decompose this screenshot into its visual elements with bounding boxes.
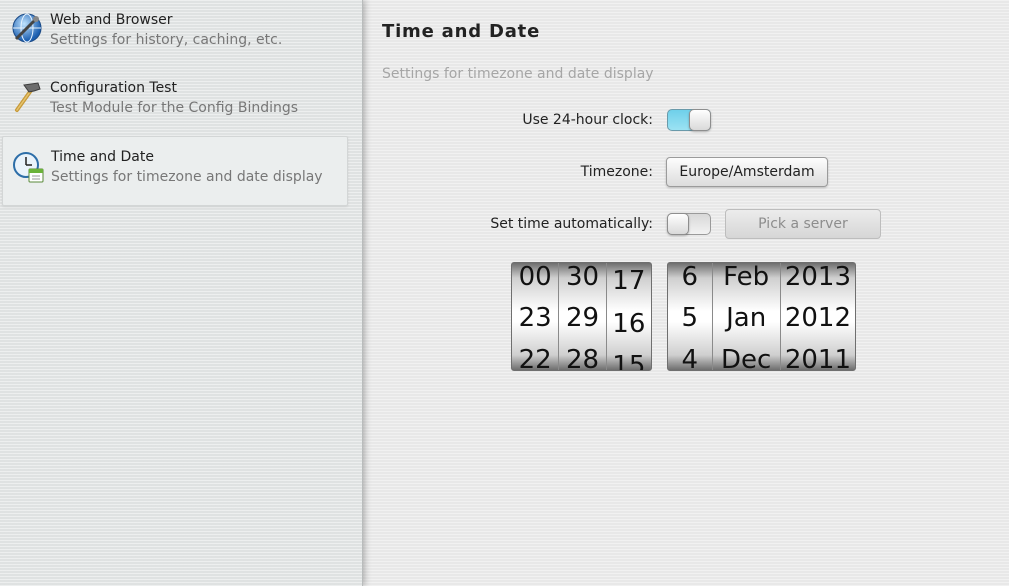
year-value: 2013: [784, 263, 851, 292]
month-value: Feb: [723, 263, 770, 292]
sidebar-item-title: Web and Browser: [50, 12, 173, 28]
date-picker[interactable]: 6 5 4 Feb Jan Dec 2013 2012 2011: [667, 262, 856, 371]
year-column[interactable]: 2013 2012 2011: [781, 263, 855, 370]
minute-value: 28: [565, 345, 600, 370]
timezone-button[interactable]: Europe/Amsterdam: [666, 157, 828, 187]
clock24-toggle[interactable]: [667, 109, 711, 131]
second-value: 15: [612, 351, 646, 370]
day-value: 4: [681, 345, 699, 370]
second-column[interactable]: 17 16 15: [607, 263, 651, 370]
hour-column[interactable]: 00 23 22: [512, 263, 560, 370]
sidebar-item-title: Configuration Test: [50, 80, 177, 96]
year-value-selected: 2012: [784, 303, 851, 333]
sidebar-item-description: Settings for history, caching, etc.: [50, 32, 283, 48]
settings-panel: Time and Date Settings for timezone and …: [363, 0, 1009, 586]
page-title: Time and Date: [382, 21, 541, 42]
year-value: 2011: [784, 345, 851, 370]
clock24-label: Use 24-hour clock:: [522, 112, 653, 128]
day-value: 6: [681, 263, 699, 292]
hour-value: 22: [518, 345, 552, 370]
sidebar-item-description: Test Module for the Config Bindings: [50, 100, 299, 116]
time-picker[interactable]: 00 23 22 30 29 28 17 16 15: [511, 262, 652, 371]
auto-time-toggle[interactable]: [667, 213, 711, 235]
sidebar: Web and Browser Settings for history, ca…: [0, 0, 363, 586]
month-column[interactable]: Feb Jan Dec: [713, 263, 781, 370]
hammer-icon: [15, 82, 41, 112]
sidebar-item-configuration-test[interactable]: Configuration Test Test Module for the C…: [2, 68, 348, 134]
sidebar-item-web-and-browser[interactable]: Web and Browser Settings for history, ca…: [2, 0, 348, 66]
second-value-selected: 16: [612, 309, 646, 339]
hour-value-selected: 23: [518, 303, 552, 333]
day-value-selected: 5: [681, 303, 699, 333]
minute-value-selected: 29: [565, 303, 600, 333]
clock-calendar-icon: [13, 152, 44, 183]
sidebar-item-title: Time and Date: [51, 149, 154, 165]
pick-server-button[interactable]: Pick a server: [725, 209, 881, 239]
minute-value: 30: [565, 263, 600, 292]
toggle-knob: [689, 109, 711, 131]
second-value: 17: [612, 266, 646, 296]
globe-icon: [12, 13, 42, 43]
timezone-label: Timezone:: [580, 164, 653, 180]
sidebar-item-time-and-date[interactable]: Time and Date Settings for timezone and …: [2, 136, 348, 206]
sidebar-item-description: Settings for timezone and date display: [51, 169, 323, 185]
month-value-selected: Jan: [726, 303, 767, 333]
page-subtitle: Settings for timezone and date display: [382, 66, 654, 82]
toggle-knob: [667, 213, 689, 235]
auto-time-label: Set time automatically:: [490, 216, 653, 232]
day-column[interactable]: 6 5 4: [668, 263, 713, 370]
month-value: Dec: [721, 345, 772, 370]
minute-column[interactable]: 30 29 28: [559, 263, 607, 370]
hour-value: 00: [518, 263, 552, 292]
